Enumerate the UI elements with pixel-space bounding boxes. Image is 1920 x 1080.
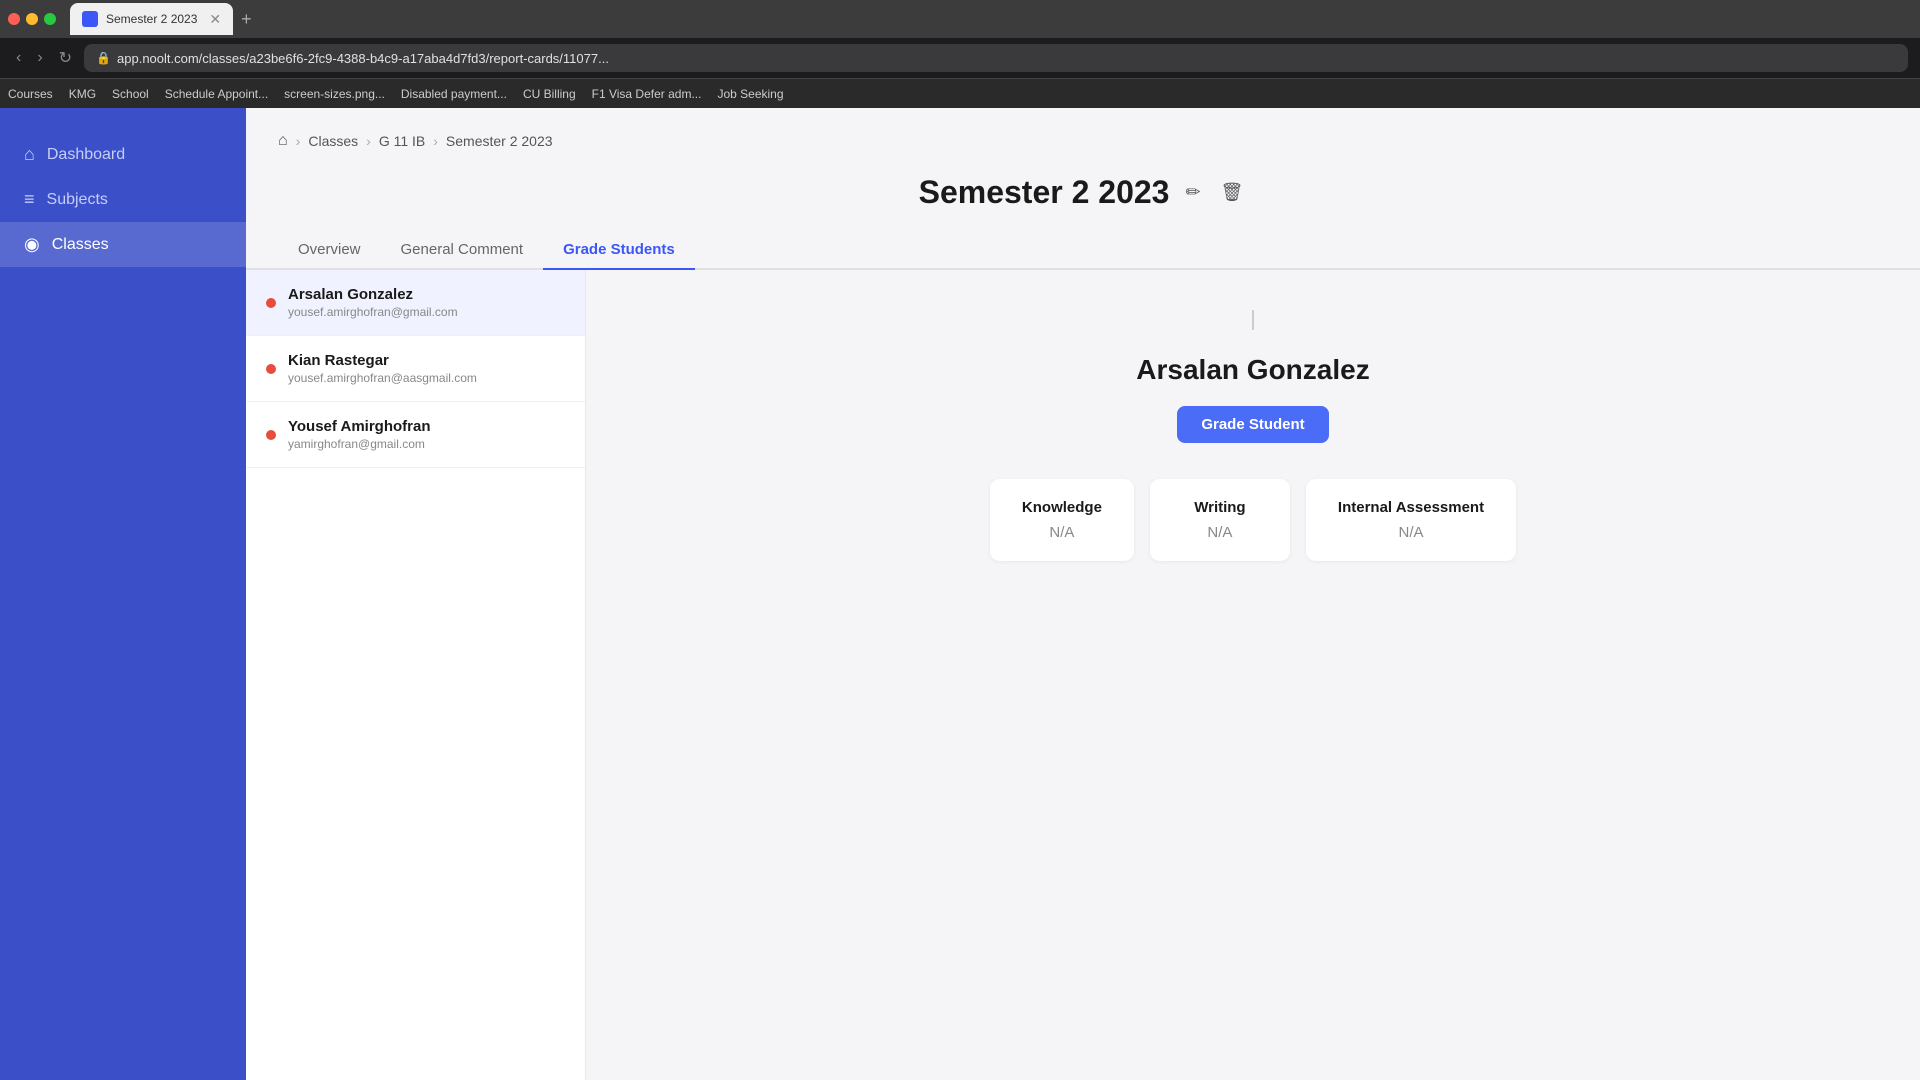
student-status-dot-kian	[266, 364, 276, 374]
grade-card-internal-assessment: Internal Assessment N/A	[1306, 479, 1516, 561]
reload-button[interactable]: ↻	[55, 44, 76, 72]
divider-line	[1252, 310, 1254, 330]
list-icon: ≡	[24, 189, 35, 210]
student-item-kian[interactable]: Kian Rastegar yousef.amirghofran@aasgmai…	[246, 336, 585, 402]
grade-value-knowledge: N/A	[1022, 524, 1102, 541]
sidebar-label-classes: Classes	[52, 236, 109, 254]
breadcrumb-sep-2: ›	[433, 133, 438, 149]
student-email-yousef: yamirghofran@gmail.com	[288, 437, 565, 451]
student-status-dot-arsalan	[266, 298, 276, 308]
breadcrumb-semester[interactable]: Semester 2 2023	[446, 133, 553, 149]
tab-bar: Semester 2 2023 ✕ +	[0, 0, 1920, 38]
bookmark-f1-visa[interactable]: F1 Visa Defer adm...	[592, 87, 702, 101]
browser-chrome: Semester 2 2023 ✕ + ‹ › ↻ 🔒 app.noolt.co…	[0, 0, 1920, 108]
student-info-kian: Kian Rastegar yousef.amirghofran@aasgmai…	[288, 352, 565, 385]
classes-icon: ◉	[24, 234, 40, 255]
breadcrumb-sep-1: ›	[366, 133, 371, 149]
bookmark-school[interactable]: School	[112, 87, 149, 101]
tab-close-button[interactable]: ✕	[209, 11, 221, 28]
forward-button[interactable]: ›	[33, 45, 46, 71]
student-email-arsalan: yousef.amirghofran@gmail.com	[288, 305, 565, 319]
page-title-row: Semester 2 2023 ✏ 🗑	[246, 166, 1920, 231]
student-name-kian: Kian Rastegar	[288, 352, 565, 369]
student-name-arsalan: Arsalan Gonzalez	[288, 286, 565, 303]
bookmark-bar: Courses KMG School Schedule Appoint... s…	[0, 78, 1920, 108]
bookmark-schedule[interactable]: Schedule Appoint...	[165, 87, 268, 101]
page-title: Semester 2 2023	[919, 174, 1170, 211]
breadcrumb-g11ib[interactable]: G 11 IB	[379, 133, 425, 149]
student-info-arsalan: Arsalan Gonzalez yousef.amirghofran@gmai…	[288, 286, 565, 319]
student-status-dot-yousef	[266, 430, 276, 440]
url-bar[interactable]: 🔒 app.noolt.com/classes/a23be6f6-2fc9-43…	[84, 44, 1908, 72]
bookmark-disabled-payment[interactable]: Disabled payment...	[401, 87, 507, 101]
back-button[interactable]: ‹	[12, 45, 25, 71]
main-content: ⌂ › Classes › G 11 IB › Semester 2 2023 …	[246, 108, 1920, 1080]
breadcrumb-classes[interactable]: Classes	[308, 133, 358, 149]
student-info-yousef: Yousef Amirghofran yamirghofran@gmail.co…	[288, 418, 565, 451]
breadcrumb: ⌂ › Classes › G 11 IB › Semester 2 2023	[246, 108, 1920, 166]
student-name-yousef: Yousef Amirghofran	[288, 418, 565, 435]
grade-value-internal-assessment: N/A	[1338, 524, 1484, 541]
grade-cards: Knowledge N/A Writing N/A Internal Asses…	[990, 479, 1516, 561]
delete-button[interactable]: 🗑	[1217, 178, 1248, 207]
home-icon: ⌂	[24, 144, 35, 165]
breadcrumb-home[interactable]: ⌂	[278, 132, 288, 150]
bookmark-courses[interactable]: Courses	[8, 87, 53, 101]
grade-student-button[interactable]: Grade Student	[1177, 406, 1328, 443]
sidebar: ⌂ Dashboard ≡ Subjects ◉ Classes	[0, 108, 246, 1080]
grade-value-writing: N/A	[1182, 524, 1258, 541]
sidebar-item-dashboard[interactable]: ⌂ Dashboard	[0, 132, 246, 177]
student-email-kian: yousef.amirghofran@aasgmail.com	[288, 371, 565, 385]
breadcrumb-sep-0: ›	[296, 133, 301, 149]
tab-grade-students[interactable]: Grade Students	[543, 231, 695, 270]
bookmark-cu-billing[interactable]: CU Billing	[523, 87, 576, 101]
bookmark-screen-sizes[interactable]: screen-sizes.png...	[284, 87, 385, 101]
student-detail-name: Arsalan Gonzalez	[1136, 354, 1369, 386]
student-detail: Arsalan Gonzalez Grade Student Knowledge…	[586, 270, 1920, 1080]
tab-overview[interactable]: Overview	[278, 231, 381, 270]
grade-label-writing: Writing	[1182, 499, 1258, 516]
grade-label-knowledge: Knowledge	[1022, 499, 1102, 516]
url-text: app.noolt.com/classes/a23be6f6-2fc9-4388…	[117, 51, 609, 66]
student-item-yousef[interactable]: Yousef Amirghofran yamirghofran@gmail.co…	[246, 402, 585, 468]
sidebar-item-subjects[interactable]: ≡ Subjects	[0, 177, 246, 222]
address-bar: ‹ › ↻ 🔒 app.noolt.com/classes/a23be6f6-2…	[0, 38, 1920, 78]
grade-card-knowledge: Knowledge N/A	[990, 479, 1134, 561]
tab-title: Semester 2 2023	[106, 12, 197, 26]
minimize-button-traffic-light[interactable]	[26, 13, 38, 25]
sidebar-item-classes[interactable]: ◉ Classes	[0, 222, 246, 267]
content-area: Arsalan Gonzalez yousef.amirghofran@gmai…	[246, 270, 1920, 1080]
app-container: ⌂ Dashboard ≡ Subjects ◉ Classes ⌂ › Cla…	[0, 0, 1920, 1080]
traffic-lights	[8, 13, 56, 25]
bookmark-kmg[interactable]: KMG	[69, 87, 96, 101]
sidebar-label-dashboard: Dashboard	[47, 146, 125, 164]
grade-label-internal-assessment: Internal Assessment	[1338, 499, 1484, 516]
edit-button[interactable]: ✏	[1181, 178, 1204, 207]
student-item-arsalan[interactable]: Arsalan Gonzalez yousef.amirghofran@gmai…	[246, 270, 585, 336]
close-button-traffic-light[interactable]	[8, 13, 20, 25]
lock-icon: 🔒	[96, 51, 111, 65]
student-list: Arsalan Gonzalez yousef.amirghofran@gmai…	[246, 270, 586, 1080]
sidebar-label-subjects: Subjects	[47, 191, 108, 209]
maximize-button-traffic-light[interactable]	[44, 13, 56, 25]
tab-favicon	[82, 11, 98, 27]
new-tab-button[interactable]: +	[241, 9, 252, 30]
active-tab[interactable]: Semester 2 2023 ✕	[70, 3, 233, 35]
bookmark-job-seeking[interactable]: Job Seeking	[717, 87, 783, 101]
tab-nav: Overview General Comment Grade Students	[246, 231, 1920, 270]
tab-general-comment[interactable]: General Comment	[381, 231, 544, 270]
grade-card-writing: Writing N/A	[1150, 479, 1290, 561]
